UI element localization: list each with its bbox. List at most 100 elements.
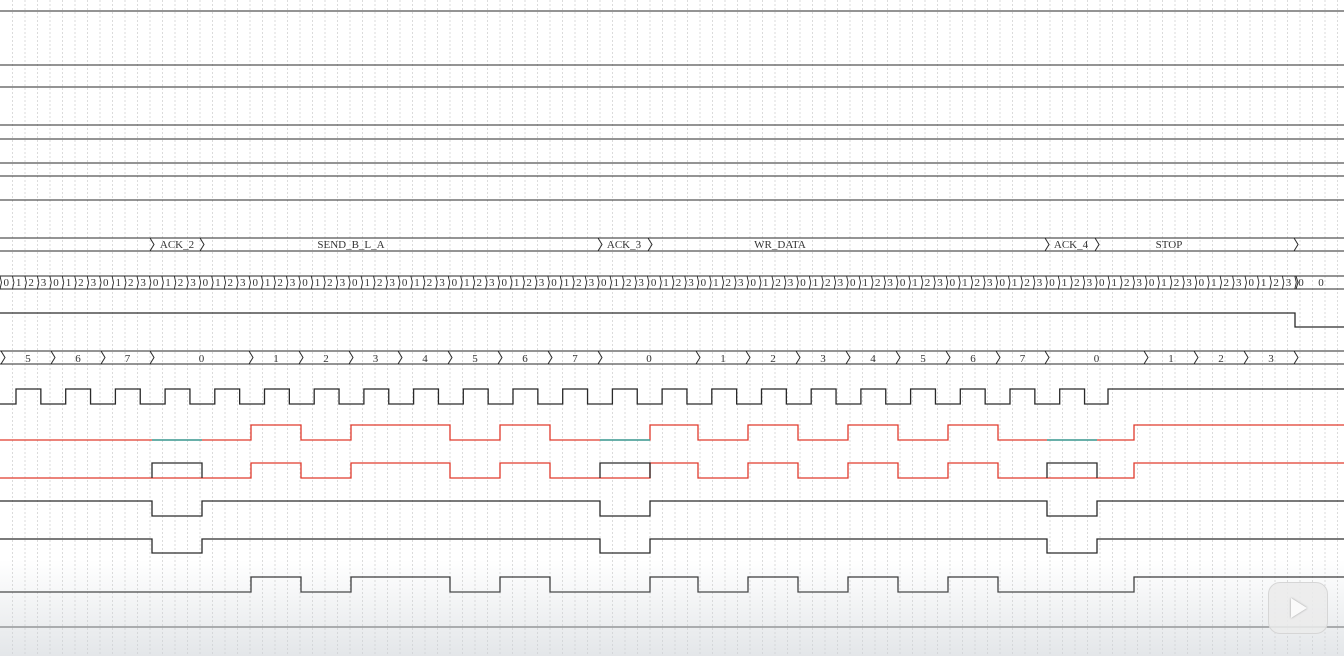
phase-count-label: 3 xyxy=(887,277,893,289)
phase-bus-transition xyxy=(447,275,451,290)
sda-ack-pulse xyxy=(1046,462,1098,478)
phase-count-label: 1 xyxy=(116,277,122,289)
phase-count-label: 1 xyxy=(1112,277,1118,289)
phase-bus-transition xyxy=(36,275,40,290)
bit-count-label: 6 xyxy=(75,353,81,365)
phase-count-bus: 0123012301230123012301230123012301230123… xyxy=(0,275,1344,290)
bit-bus-transition xyxy=(50,350,56,365)
phase-bus-transition xyxy=(584,275,588,290)
state-label: SEND_B_L_A xyxy=(317,239,384,251)
phase-count-label: 0 xyxy=(999,277,1005,289)
phase-bus-transition xyxy=(198,275,202,290)
bit-bus-transition xyxy=(100,350,106,365)
phase-count-label: 0 xyxy=(551,277,557,289)
bit-bus-transition xyxy=(0,350,6,365)
sda-out-wave xyxy=(0,424,1344,441)
bit-count-label: 5 xyxy=(25,353,31,365)
phase-count-label: 3 xyxy=(838,277,844,289)
phase-count-label: 0 xyxy=(302,277,308,289)
phase-count-label: 0 xyxy=(352,277,358,289)
phase-bus-transition xyxy=(223,275,227,290)
phase-bus-transition xyxy=(0,275,2,290)
phase-count-label: 1 xyxy=(713,277,719,289)
phase-count-label: 3 xyxy=(688,277,694,289)
phase-count-label: 0 xyxy=(750,277,756,289)
phase-bus-transition xyxy=(99,275,102,290)
phase-bus-transition xyxy=(1070,275,1073,290)
state-bus xyxy=(0,237,1344,252)
phase-bus-transition xyxy=(12,275,15,290)
phase-count-label: 2 xyxy=(925,277,931,289)
phase-bus-transition xyxy=(920,275,924,290)
phase-bus-transition xyxy=(734,275,737,290)
phase-count-label: 3 xyxy=(439,277,445,289)
phase-count-label: 1 xyxy=(962,277,968,289)
phase-count-label: 0 xyxy=(1298,277,1304,289)
phase-count-label: 2 xyxy=(1024,277,1030,289)
phase-bus-transition xyxy=(1169,275,1173,290)
phase-bus-transition xyxy=(460,275,463,290)
phase-count-label: 1 xyxy=(16,277,22,289)
phase-bus-transition xyxy=(397,275,401,290)
bit-count-label: 0 xyxy=(199,353,205,365)
phase-bus-transition xyxy=(472,275,476,290)
state-label: ACK_3 xyxy=(607,239,642,251)
ack-signal-a xyxy=(0,500,1344,517)
phase-count-label: 3 xyxy=(91,277,97,289)
phase-count-label: 3 xyxy=(539,277,545,289)
sda-in-signal xyxy=(0,576,1344,593)
bit-bus-transition xyxy=(895,350,901,365)
phase-count-label: 1 xyxy=(1161,277,1167,289)
phase-bus-transition xyxy=(124,275,127,290)
phase-bus-transition xyxy=(1020,275,1023,290)
bit-count-label: 1 xyxy=(720,353,726,365)
phase-bus-transition xyxy=(1232,275,1235,290)
phase-bus-transition xyxy=(161,275,164,290)
play-button[interactable] xyxy=(1268,582,1328,634)
phase-bus-transition xyxy=(236,275,239,290)
phase-bus-transition xyxy=(646,275,650,290)
phase-bus-transition xyxy=(597,275,600,290)
phase-count-label: 1 xyxy=(1062,277,1068,289)
phase-bus-transition xyxy=(895,275,899,290)
phase-count-label: 2 xyxy=(277,277,283,289)
phase-bus-transition xyxy=(410,275,413,290)
bit-bus-transition xyxy=(298,350,304,365)
state-bus-labels: ACK_2 SEND_B_L_A ACK_3 WR_DATA ACK_4 STO… xyxy=(160,239,1182,251)
phase-bus-transition xyxy=(485,275,488,290)
bit-count-label: 0 xyxy=(646,353,652,365)
sda-in-wave xyxy=(0,576,1344,593)
phase-bus-transition xyxy=(970,275,974,290)
phase-count-label: 2 xyxy=(78,277,84,289)
bit-count-label: 7 xyxy=(572,353,578,365)
phase-bus-transition xyxy=(846,275,849,290)
phase-bus-transition xyxy=(759,275,762,290)
phase-count-label: 3 xyxy=(1236,277,1242,289)
bit-count-label: 7 xyxy=(1020,353,1026,365)
phase-count-label: 1 xyxy=(165,277,171,289)
state-bus-transition xyxy=(1044,237,1050,252)
phase-bus-transition xyxy=(721,275,725,290)
phase-count-label: 0 xyxy=(501,277,507,289)
bit-count-label: 2 xyxy=(1218,353,1224,365)
phase-count-label: 0 xyxy=(1099,277,1105,289)
bit-bus-transition xyxy=(1193,350,1199,365)
phase-bus-transition xyxy=(572,275,575,290)
phase-bus-transition xyxy=(559,275,563,290)
phase-bus-transition xyxy=(771,275,774,290)
phase-bus-transition xyxy=(833,275,837,290)
phase-bus-transition xyxy=(1032,275,1036,290)
state-label: STOP xyxy=(1156,239,1183,251)
bit-count-label: 6 xyxy=(970,353,976,365)
phase-bus-transition xyxy=(808,275,812,290)
phase-count-label: 0 xyxy=(3,277,9,289)
phase-bus-transition xyxy=(1045,275,1048,290)
bit-count-label: 1 xyxy=(273,353,279,365)
phase-bus-transition xyxy=(49,275,52,290)
ack-signal-b xyxy=(0,538,1344,554)
phase-count-label: 3 xyxy=(937,277,943,289)
phase-bus-transition xyxy=(1082,275,1086,290)
phase-bus-transition xyxy=(1182,275,1185,290)
phase-count-label: 2 xyxy=(626,277,632,289)
phase-bus-transition xyxy=(1120,275,1123,290)
